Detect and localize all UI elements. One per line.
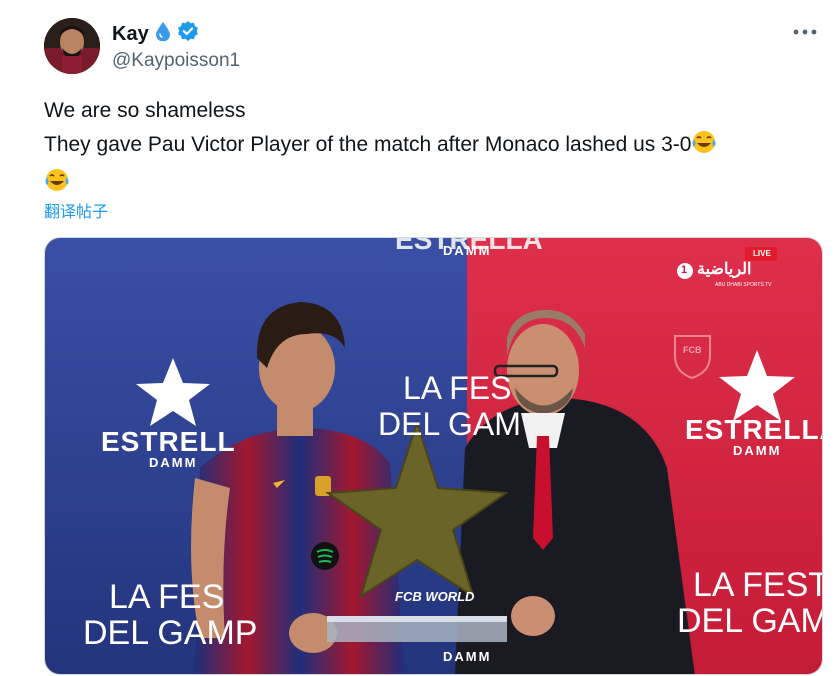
broadcaster-sub-text: ABU DHABI SPORTS TV bbox=[715, 282, 772, 288]
tweet-line-2-text: They gave Pau Victor Player of the match… bbox=[44, 133, 692, 156]
tweet-line-3 bbox=[44, 166, 824, 204]
right-la-festa-text: LA FESTA bbox=[693, 566, 822, 604]
translate-post-link[interactable]: 翻译帖子 bbox=[44, 198, 108, 222]
display-name-text: Kay bbox=[112, 22, 149, 45]
author-handle[interactable]: @Kaypoisson1 bbox=[112, 50, 240, 72]
author-name[interactable]: Kay bbox=[112, 20, 199, 48]
broadcaster-number-text: 1 bbox=[681, 264, 688, 276]
crest-text: FCB bbox=[683, 345, 702, 355]
broadcaster-name-text: الرياضية bbox=[697, 261, 752, 278]
verified-badge-icon bbox=[177, 20, 199, 48]
droplet-icon bbox=[155, 21, 171, 47]
more-dots-icon bbox=[793, 29, 817, 35]
right-estrella-text: ESTRELLA bbox=[685, 414, 822, 445]
more-options-button[interactable] bbox=[788, 20, 822, 44]
left-del-gamper-text: DEL GAMP bbox=[83, 614, 258, 652]
left-estrella-text: ESTRELL bbox=[101, 426, 236, 457]
center-del-gamper-text: DEL GAM bbox=[378, 406, 521, 442]
left-damm-text: DAMM bbox=[149, 455, 198, 470]
tweet-line-1: We are so shameless bbox=[44, 99, 246, 122]
avatar-image bbox=[44, 18, 100, 74]
tweet-media-image[interactable]: ESTRELLA DAMM ESTRELL DAMM LA FES DEL GA… bbox=[44, 237, 823, 675]
center-la-festa-text: LA FES bbox=[403, 370, 512, 406]
fcb-world-watermark: FCB WORLD bbox=[395, 589, 475, 604]
right-damm-text: DAMM bbox=[733, 443, 782, 458]
left-la-festa-text: LA FES bbox=[109, 578, 225, 616]
top-damm-text: DAMM bbox=[443, 243, 492, 258]
avatar[interactable] bbox=[44, 18, 100, 74]
broadcaster-live-text: LIVE bbox=[753, 249, 771, 258]
tweet-line-2: They gave Pau Victor Player of the match… bbox=[44, 128, 824, 166]
right-del-gamper-text: DEL GAMPE bbox=[677, 602, 822, 640]
tweet-text: We are so shameless They gave Pau Victor… bbox=[44, 94, 824, 204]
tears-of-joy-emoji-icon bbox=[691, 129, 717, 166]
bottom-damm-text: DAMM bbox=[443, 649, 492, 664]
